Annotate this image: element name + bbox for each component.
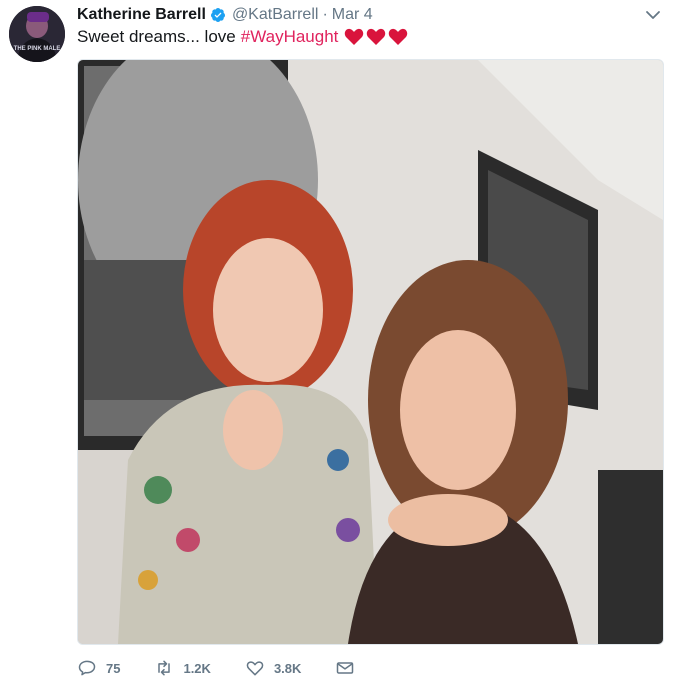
direct-message-button[interactable] — [335, 658, 355, 678]
like-count: 3.8K — [273, 660, 302, 676]
separator-dot: · — [322, 6, 328, 23]
user-handle[interactable]: @KatBarrell — [232, 6, 319, 24]
avatar[interactable]: THE PINK MALE — [9, 6, 65, 62]
emoji-group — [344, 28, 408, 46]
display-name[interactable]: Katherine Barrell — [77, 6, 206, 24]
verified-badge-icon — [210, 8, 225, 22]
tweet[interactable]: THE PINK MALE Katherine Barrell @KatBarr… — [0, 0, 678, 680]
reply-icon — [78, 660, 96, 676]
like-button[interactable]: 3.8K — [245, 658, 301, 678]
chevron-down-icon[interactable] — [644, 6, 662, 24]
action-bar: 75 1.2K 3.8K — [77, 656, 389, 680]
hashtag-link[interactable]: #WayHaught — [241, 27, 339, 47]
heart-icon — [345, 28, 364, 45]
retweet-button[interactable]: 1.2K — [154, 658, 211, 678]
retweet-count: 1.2K — [183, 660, 211, 676]
tweet-date[interactable]: Mar 4 — [332, 6, 373, 24]
retweet-icon — [158, 660, 171, 676]
heart-icon — [367, 28, 386, 45]
avatar-shirt-text: THE PINK MALE — [14, 46, 61, 52]
reply-button[interactable]: 75 — [77, 658, 120, 678]
avatar-image: THE PINK MALE — [9, 6, 65, 62]
selfie-photo — [78, 60, 663, 644]
reply-count: 75 — [106, 660, 121, 676]
envelope-icon — [337, 662, 354, 674]
tweet-photo[interactable] — [77, 59, 664, 645]
tweet-text: Sweet dreams... love #WayHaught — [77, 27, 408, 47]
like-heart-icon — [246, 661, 264, 676]
tweet-body: Sweet dreams... love — [77, 27, 236, 46]
heart-icon — [389, 28, 408, 45]
tweet-header: Katherine Barrell @KatBarrell · Mar 4 — [77, 5, 373, 25]
